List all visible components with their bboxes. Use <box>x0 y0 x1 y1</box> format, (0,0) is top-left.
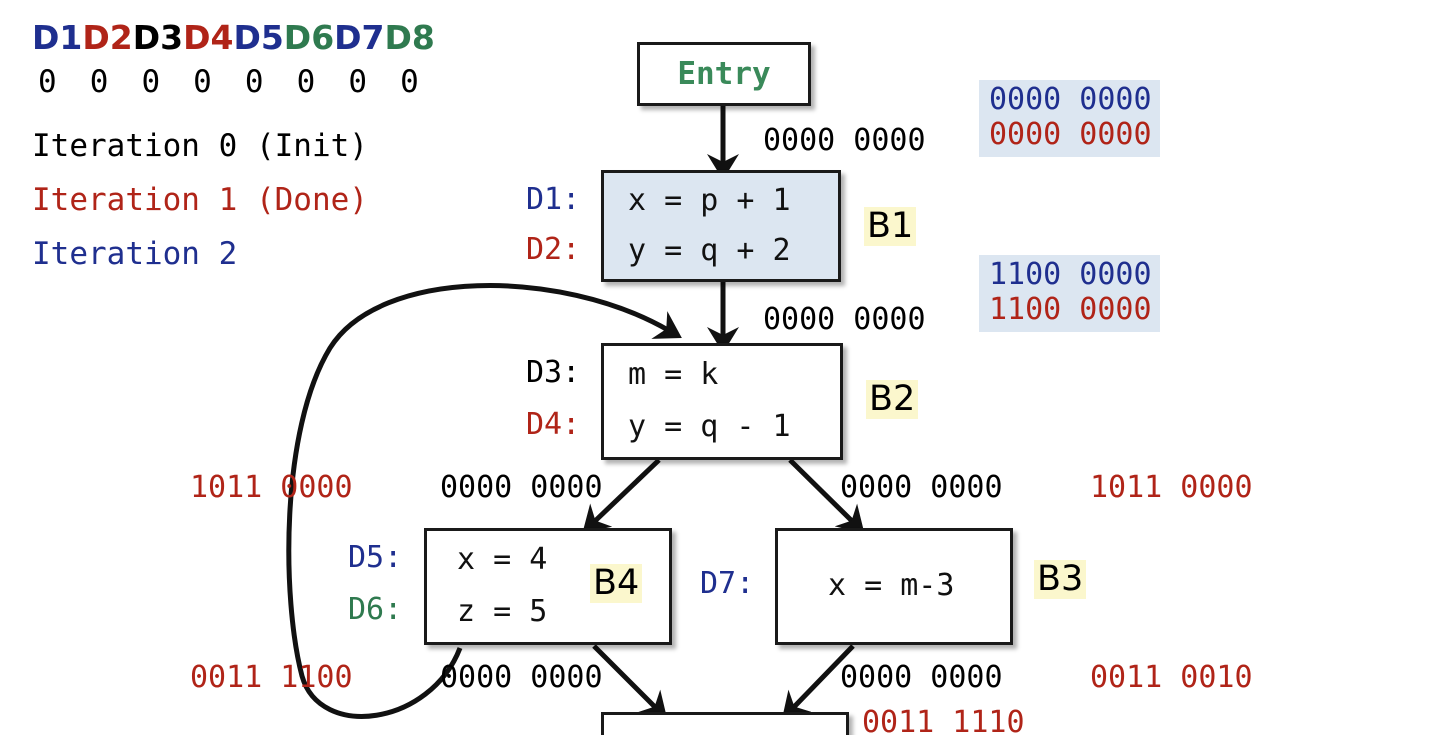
legend-iteration-2: Iteration 2 <box>32 236 238 272</box>
bits-b4-out-red: 0011 1100 <box>190 660 353 695</box>
legend-def-d3: D3 <box>132 18 184 57</box>
bits-entry-out: 0000 0000 <box>763 123 926 158</box>
block-tag-b3: B3 <box>1034 560 1087 599</box>
def-label-d2: D2: <box>526 232 581 267</box>
def-label-d7: D7: <box>700 566 755 601</box>
def-label-d4: D4: <box>526 407 581 442</box>
node-b4-statement-1: x = 4 <box>457 542 548 577</box>
def-label-d3: D3: <box>526 355 581 390</box>
bits-b3-out-red: 0011 0010 <box>1090 660 1253 695</box>
def-label-d5: D5: <box>348 540 403 575</box>
legend-iteration-1: Iteration 1 (Done) <box>32 182 368 218</box>
legend-def-d5: D5 <box>233 18 284 57</box>
node-b5 <box>601 712 849 735</box>
bits-b2-right-red: 1011 0000 <box>1090 470 1253 505</box>
def-label-d6: D6: <box>348 592 403 627</box>
node-entry: Entry <box>637 42 811 106</box>
legend-iteration-0: Iteration 0 (Init) <box>32 128 368 164</box>
bits-panel-b1-in-bottom: 0000 0000 <box>989 117 1152 153</box>
node-b1: x = p + 1 y = q + 2 <box>601 170 841 282</box>
block-tag-b2: B2 <box>866 380 919 419</box>
legend-def-d4: D4 <box>183 18 234 57</box>
bits-b1-out: 0000 0000 <box>763 302 926 337</box>
bits-panel-b1-in-top: 0000 0000 <box>989 82 1152 117</box>
node-b4: x = 4 z = 5 B4 <box>424 528 672 645</box>
block-tag-b4: B4 <box>590 564 643 603</box>
block-tag-b1: B1 <box>864 207 917 246</box>
node-b1-statement-2: y = q + 2 <box>628 233 791 268</box>
bits-b4-out-black: 0000 0000 <box>440 660 603 695</box>
legend-bit-row: 0 0 0 0 0 0 0 0 <box>38 64 426 100</box>
slide-canvas: D1D2D3D4D5D6D7D8 0 0 0 0 0 0 0 0 Iterati… <box>0 0 1435 735</box>
legend-definition-names: D1D2D3D4D5D6D7D8 <box>32 18 435 57</box>
node-entry-label: Entry <box>677 56 771 92</box>
node-b2-statement-1: m = k <box>628 357 719 392</box>
legend-def-d6: D6 <box>283 18 335 57</box>
node-b3-statement-1: x = m-3 <box>828 568 955 603</box>
legend-def-d1: D1 <box>32 18 83 57</box>
bits-panel-b1-out-bottom: 1100 0000 <box>989 292 1152 328</box>
edge-b2-b4 <box>582 458 661 534</box>
node-b3: x = m-3 <box>775 528 1013 645</box>
node-b1-statement-1: x = p + 1 <box>628 183 791 218</box>
bits-b3-out-black: 0000 0000 <box>840 660 1003 695</box>
bits-panel-b1-out: 1100 0000 1100 0000 <box>979 255 1160 332</box>
bits-panel-b1-in: 0000 0000 0000 0000 <box>979 80 1160 157</box>
edge-b4-b5 <box>592 644 668 720</box>
bits-b5-in-red: 0011 1110 <box>862 705 1025 735</box>
legend-def-d7: D7 <box>334 18 385 57</box>
legend-def-d8: D8 <box>384 18 435 57</box>
node-b2: m = k y = q - 1 <box>601 343 843 460</box>
bits-panel-b1-out-top: 1100 0000 <box>989 257 1152 292</box>
bits-b2-left-red: 1011 0000 <box>190 470 353 505</box>
bits-b2-right-black: 0000 0000 <box>840 470 1003 505</box>
bits-b2-left-black: 0000 0000 <box>440 470 603 505</box>
node-b4-statement-2: z = 5 <box>457 594 548 629</box>
def-label-d1: D1: <box>526 182 581 217</box>
legend-def-d2: D2 <box>82 18 133 57</box>
node-b2-statement-2: y = q - 1 <box>628 409 791 444</box>
